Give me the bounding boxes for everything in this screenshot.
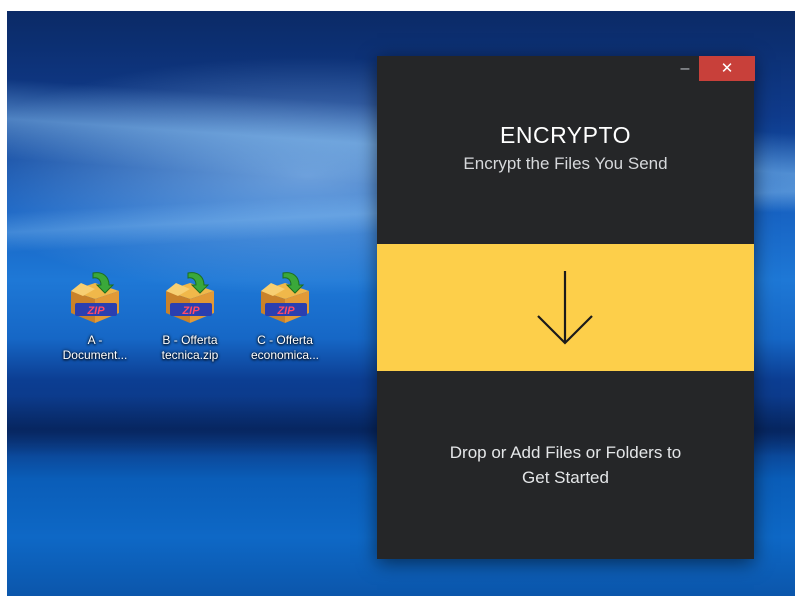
app-subtitle: Encrypt the Files You Send <box>463 154 668 173</box>
desktop-icon-b-offerta-tecnica[interactable]: ZIP B - Offerta tecnica.zip <box>145 269 235 363</box>
drop-hint-text: Drop or Add Files or Folders to Get Star… <box>449 443 682 487</box>
arrow-down-icon <box>537 271 593 345</box>
desktop-icon-a-document[interactable]: ZIP A - Document... <box>50 269 140 363</box>
svg-text:ZIP: ZIP <box>181 305 200 317</box>
desktop-icon-label: C - Offerta economica... <box>250 333 320 362</box>
app-title: ENCRYPTO <box>500 122 631 148</box>
zip-archive-icon: ZIP <box>261 272 309 323</box>
zip-archive-icon: ZIP <box>71 272 119 323</box>
desktop-icon-label: A - Document... <box>62 333 128 362</box>
zip-archive-icon: ZIP <box>166 272 214 323</box>
close-button[interactable]: ✕ <box>699 56 755 81</box>
svg-text:ZIP: ZIP <box>86 305 105 317</box>
svg-text:ZIP: ZIP <box>276 305 295 317</box>
encrypto-window[interactable]: – ✕ ENCRYPTO Encrypt the Files You Send … <box>377 56 755 559</box>
desktop-icon-label: B - Offerta tecnica.zip <box>161 333 219 362</box>
desktop-icon-c-offerta-economica[interactable]: ZIP C - Offerta economica... <box>240 269 330 363</box>
screenshot-frame: ZIP A - Document... ZIP B - Offerta tecn… <box>0 0 795 599</box>
minimize-button[interactable]: – <box>671 60 699 80</box>
drop-zone[interactable] <box>377 244 754 371</box>
window-titlebar[interactable]: – ✕ <box>377 56 755 84</box>
